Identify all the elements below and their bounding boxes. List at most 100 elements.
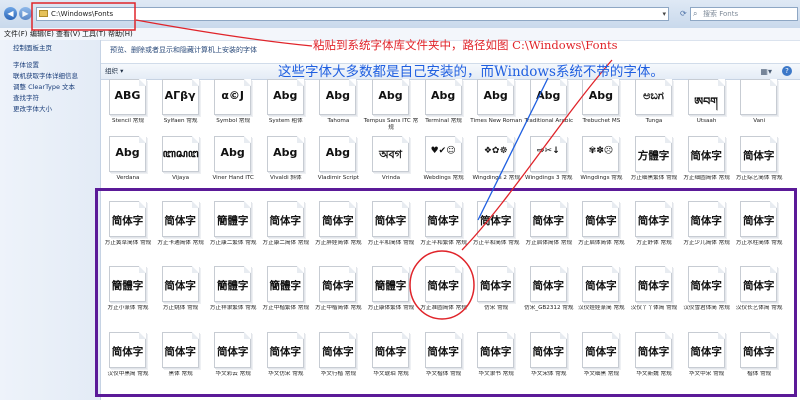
red-annotation: 粘贴到系统字体库文件夹中，路径如图 C:\Windows\Fonts bbox=[313, 38, 618, 52]
font-tile[interactable]: Abg System 粗体 bbox=[260, 79, 312, 131]
font-sample: Abg bbox=[588, 89, 614, 102]
font-preview-icon: Abg bbox=[372, 79, 409, 115]
font-tile[interactable]: অবগ Vrinda bbox=[365, 136, 417, 188]
font-sample: ABG bbox=[114, 89, 141, 102]
sidebar-item-cleartype[interactable]: 调整 ClearType 文本 bbox=[13, 83, 75, 92]
font-tile[interactable]: ✾✽☹ Wingdings 常规 bbox=[575, 136, 627, 188]
font-tile[interactable]: Abg Tempus Sans ITC 常规 bbox=[363, 79, 419, 131]
folder-icon bbox=[39, 10, 48, 17]
menu-help[interactable]: 帮助(H) bbox=[108, 28, 133, 40]
font-name-label: Tunga bbox=[645, 118, 663, 124]
font-tile[interactable]: 简体字 方正细圆简体 常规 bbox=[681, 136, 733, 188]
font-name-label: Times New Roman bbox=[470, 118, 523, 124]
sidebar-item-find-char[interactable]: 查找字符 bbox=[13, 94, 39, 103]
font-sample: Abg bbox=[273, 146, 298, 159]
menu-edit[interactable]: 编辑(E) bbox=[30, 28, 54, 40]
sidebar: 控制面板主页 字体设置 联机获取字体详细信息 调整 ClearType 文本 查… bbox=[0, 40, 101, 400]
font-tile[interactable]: Abg Tahoma bbox=[312, 79, 364, 131]
font-tile[interactable]: ཨབག Utsaah bbox=[681, 79, 733, 131]
font-preview-icon: Abg bbox=[266, 136, 304, 172]
font-name-label: Tempus Sans ITC 常规 bbox=[363, 118, 419, 131]
font-preview-icon: Abg bbox=[266, 79, 304, 115]
menu-tools[interactable]: 工具(T) bbox=[82, 28, 106, 40]
view-options-icon[interactable]: ▦▾ bbox=[760, 67, 772, 76]
font-preview-icon: ♥✔☺ bbox=[424, 136, 462, 172]
search-input[interactable]: ⌕ 搜索 Fonts bbox=[690, 7, 798, 21]
font-tile[interactable]: ♥✔☺ Webdings 常规 bbox=[418, 136, 470, 188]
font-preview-icon: Abg bbox=[319, 79, 357, 115]
font-tile[interactable]: 简体字 方正综艺简体 常规 bbox=[733, 136, 785, 188]
forward-arrow-icon[interactable]: ▶ bbox=[19, 7, 32, 20]
font-sample: ಅಬಗ bbox=[643, 89, 664, 102]
font-name-label: Utsaah bbox=[696, 118, 717, 124]
menu-file[interactable]: 文件(F) bbox=[4, 28, 28, 40]
font-tile[interactable]: ABG Stencil 常规 bbox=[102, 79, 154, 131]
font-tile[interactable]: 方體字 方正细黑繁体 常规 bbox=[628, 136, 680, 188]
sidebar-item-font-size[interactable]: 更改字体大小 bbox=[13, 105, 52, 114]
font-sample: Abg bbox=[273, 89, 298, 102]
font-preview-icon: Abg bbox=[109, 136, 146, 172]
font-name-label: Tahoma bbox=[327, 118, 350, 124]
organize-button[interactable]: 组织 ▾ bbox=[105, 66, 123, 76]
font-preview-icon bbox=[740, 79, 778, 115]
font-name-label: 方正细圆简体 常规 bbox=[683, 175, 730, 181]
font-tile[interactable]: ಅಬಗ Tunga bbox=[628, 79, 680, 131]
font-sample: Abg bbox=[325, 89, 351, 102]
font-tile[interactable]: ⇨✂↓ Wingdings 3 常规 bbox=[523, 136, 575, 188]
font-sample: ♥✔☺ bbox=[430, 146, 456, 156]
help-icon[interactable]: ? bbox=[782, 66, 792, 76]
font-tile[interactable]: Abg Terminal 常规 bbox=[418, 79, 470, 131]
font-tile[interactable]: Abg Viner Hand ITC bbox=[207, 136, 259, 188]
search-placeholder: 搜索 Fonts bbox=[703, 10, 739, 18]
font-tile[interactable]: Vani bbox=[733, 79, 785, 131]
font-sample: Abg bbox=[115, 146, 140, 159]
font-tile[interactable]: AΓβγ Sylfaen 常规 bbox=[155, 79, 207, 131]
address-bar[interactable]: C:\Windows\Fonts ▾ bbox=[36, 7, 669, 21]
font-sample: ❖✿☸ bbox=[483, 146, 508, 156]
font-name-label: Traditional Arabic bbox=[524, 118, 574, 124]
font-sample: Abg bbox=[483, 89, 508, 102]
font-sample: Abg bbox=[536, 89, 561, 102]
font-name-label: Wingdings 3 常规 bbox=[525, 175, 573, 181]
font-tile[interactable]: Abg Trebuchet MS bbox=[575, 79, 627, 131]
font-preview-icon: ཨབག bbox=[687, 79, 725, 115]
font-tile[interactable]: Abg Times New Roman bbox=[470, 79, 522, 131]
font-sample: Abg bbox=[378, 89, 403, 102]
font-preview-icon: ⇨✂↓ bbox=[529, 136, 567, 172]
font-preview-icon: ❖✿☸ bbox=[477, 136, 515, 172]
font-preview-icon: Abg bbox=[529, 79, 567, 115]
font-name-label: Vijaya bbox=[172, 175, 190, 181]
sidebar-item-font-settings[interactable]: 字体设置 bbox=[13, 61, 39, 70]
search-icon: ⌕ bbox=[693, 9, 698, 18]
font-preview-icon: 方體字 bbox=[635, 136, 672, 172]
font-sample: ꦧꦱꦔ bbox=[162, 147, 199, 160]
font-tile[interactable]: α©J Symbol 常规 bbox=[207, 79, 259, 131]
font-name-label: Wingdings 2 常规 bbox=[472, 175, 520, 181]
font-name-label: Wingdings 常规 bbox=[580, 175, 623, 181]
font-preview-icon: ✾✽☹ bbox=[582, 136, 620, 172]
sidebar-item-home[interactable]: 控制面板主页 bbox=[13, 44, 52, 53]
sidebar-item-online-info[interactable]: 联机获取字体详细信息 bbox=[13, 72, 78, 81]
title-bar: ◀ ▶ C:\Windows\Fonts ▾ ⟳ ⌕ 搜索 Fonts bbox=[0, 0, 800, 29]
back-arrow-icon[interactable]: ◀ bbox=[4, 7, 17, 20]
font-tile[interactable]: ꦧꦱꦔ Vijaya bbox=[155, 136, 207, 188]
font-tile[interactable]: Abg Vivaldi 斜体 bbox=[260, 136, 312, 188]
font-name-label: 方正综艺简体 常规 bbox=[735, 175, 783, 181]
font-preview-icon: Abg bbox=[214, 136, 252, 172]
font-tile[interactable]: Abg Traditional Arabic bbox=[523, 79, 575, 131]
chevron-down-icon[interactable]: ▾ bbox=[662, 8, 666, 20]
font-sample: ✾✽☹ bbox=[588, 146, 614, 156]
font-name-label: Sylfaen 常规 bbox=[163, 118, 198, 124]
font-name-label: Webdings 常规 bbox=[423, 175, 464, 181]
blue-annotation: 这些字体大多数都是自己安装的，而Windows系统不带的字体。 bbox=[278, 64, 664, 80]
font-tile[interactable]: Abg Vladimir Script bbox=[312, 136, 364, 188]
font-name-label: Symbol 常规 bbox=[216, 118, 251, 124]
font-name-label: Terminal 常规 bbox=[425, 118, 462, 124]
font-tile[interactable]: Abg Verdana bbox=[102, 136, 154, 188]
font-name-label: Vladimir Script bbox=[317, 175, 359, 181]
font-sample: α©J bbox=[221, 89, 245, 102]
font-sample: 方體字 bbox=[637, 150, 670, 162]
font-tile[interactable]: ❖✿☸ Wingdings 2 常规 bbox=[470, 136, 522, 188]
menu-view[interactable]: 查看(V) bbox=[56, 28, 80, 40]
refresh-icon[interactable]: ⟳ bbox=[680, 9, 687, 18]
